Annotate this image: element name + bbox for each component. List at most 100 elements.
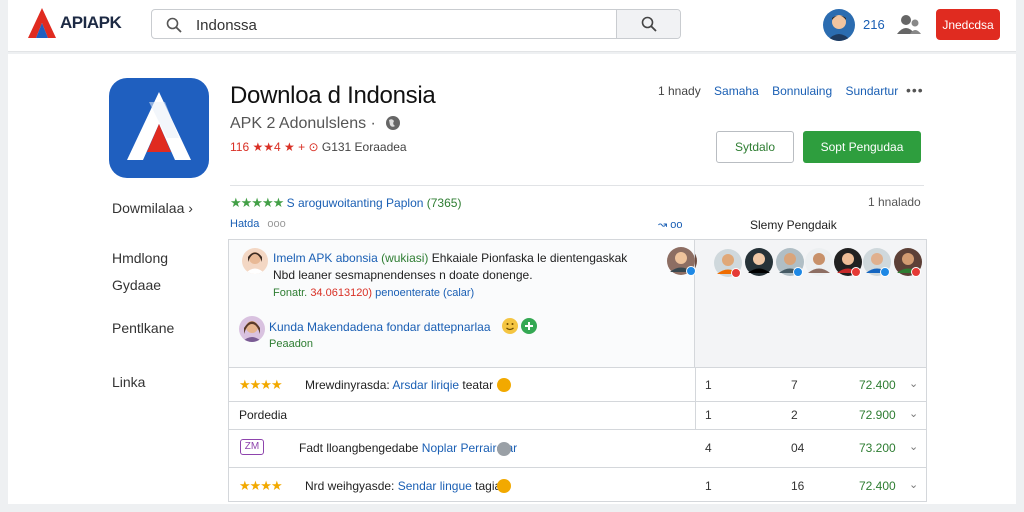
comment-meta: Fonatr. 34.0613120) penoenterate (calar) [273, 287, 474, 299]
row-col-2: 2 [791, 408, 798, 422]
app-meta: 116 ★★4 ★ + ⊙ G131 Eoraadea [230, 140, 407, 154]
row-link[interactable]: Arsdar liriqie [392, 378, 459, 392]
thumb-label: Hatda [230, 218, 260, 230]
secondary-button[interactable]: Sytdalo [716, 131, 794, 163]
comment-title-part-2: abonsia [335, 251, 378, 265]
chevron-down-icon[interactable]: ⌄ [909, 407, 918, 420]
row-badge: ZM [240, 439, 264, 455]
summary-text: S aroguwoitanting [286, 196, 383, 210]
row-text: Mrewdinyrasda: Arsdar liriqie teatar [305, 378, 493, 392]
header-prefix: 1 hnady [658, 84, 701, 98]
status-dot-icon [497, 479, 511, 493]
app-detail-card: Downloa d Indonsia APK 2 Adonulslens · 1… [8, 54, 1016, 504]
summary-right-count: 1 hnalado [868, 195, 921, 209]
comment-title-part-2: fondar dattepnarlaa [386, 320, 491, 334]
comments-panel: Imelm APK abonsia (wukiasi) Ehkaiale Pio… [228, 239, 927, 502]
row-col-1: 1 [705, 408, 712, 422]
sidebar-item-hmdlong[interactable]: Hmdlong [112, 250, 168, 266]
row-col-2: 7 [791, 378, 798, 392]
header-links: 1 hnady Samaha Bonnulaing Sundartur [658, 84, 898, 98]
meta-arrow: + ⊙ [298, 140, 319, 154]
summary-link[interactable]: Paplon [386, 196, 423, 210]
share-control[interactable]: ↝ oo [658, 218, 683, 231]
row-col-1: 1 [705, 378, 712, 392]
search-icon [166, 17, 182, 33]
row-col-1: 1 [705, 479, 712, 493]
rating-summary: ★★★★★ S aroguwoitanting Paplon (7365) [230, 195, 461, 211]
comment-meta: Peaadon [269, 338, 314, 350]
row-stars: ★★★★ [239, 377, 283, 392]
row-label: Nrd weihgyasde: [305, 479, 395, 493]
row-link[interactable]: Sendar lingue [398, 479, 472, 493]
comment-title-part-4: Ehkaiale Pionfaska le dientengaskak [431, 251, 628, 265]
summary-stars: ★★★★★ [230, 195, 284, 210]
top-bar: APIAPK 216 Jnedcdsa [8, 0, 1016, 52]
table-row[interactable]: ZM Fadt lloangbengedabe Noplar Perrairot… [229, 429, 926, 467]
chevron-down-icon[interactable]: ⌄ [909, 377, 918, 390]
meta-stars: ★★4 ★ [252, 140, 295, 154]
search-submit-icon [641, 16, 657, 32]
sidebar-item-gydaae[interactable]: Gydaae [112, 277, 161, 293]
app-subtitle: APK 2 Adonulslens · [230, 115, 376, 132]
row-col-3: 73.200 [859, 441, 896, 455]
sidebar-item-download[interactable]: Dowmilalaa › [112, 200, 193, 216]
status-dot-icon [497, 442, 511, 456]
header-link-2[interactable]: Bonnulaing [772, 84, 832, 98]
table-row[interactable]: ★★★★ Mrewdinyrasda: Arsdar liriqie teata… [229, 367, 926, 402]
primary-download-button[interactable]: Sopt Pengudaa [803, 131, 921, 163]
filter-muted: ooo [267, 218, 286, 230]
sidebar-item-linka[interactable]: Linka [112, 374, 145, 390]
row-label: Pordedia [239, 408, 288, 422]
logo-text[interactable]: APIAPK [60, 13, 122, 33]
user-avatar[interactable] [823, 9, 855, 41]
search-button[interactable] [616, 10, 680, 38]
column-divider [695, 368, 696, 402]
comment-body: Nbd leaner sesmapnendenses n doate donen… [273, 268, 533, 282]
sidebar-item-pentlkane[interactable]: Pentlkane [112, 320, 174, 336]
logo-icon[interactable] [28, 8, 56, 38]
header-cta-button[interactable]: Jnedcdsa [936, 9, 1000, 40]
row-stars: ★★★★ [239, 478, 283, 493]
table-row[interactable]: Pordedia 1 2 72.900 ⌄ [229, 401, 926, 430]
comment-title-part-3: (wukiasi) [381, 251, 429, 265]
divider [230, 185, 924, 186]
comment-meta-number: 34.0613120) [310, 287, 373, 299]
row-col-2: 16 [791, 479, 805, 493]
row-col-3: 72.400 [859, 378, 896, 392]
row-label: Fadt lloangbengedabe [299, 441, 419, 455]
comments-list: Imelm APK abonsia (wukiasi) Ehkaiale Pio… [229, 240, 695, 367]
comment-title-part-1: Imelm APK [273, 251, 333, 265]
row-col-3: 72.400 [859, 479, 896, 493]
app-icon [109, 78, 209, 178]
notification-count: 216 [863, 17, 885, 32]
meta-rating: 116 [230, 140, 250, 154]
users-icon[interactable] [896, 12, 922, 36]
reaction-icons[interactable] [502, 317, 538, 335]
avatar-strip[interactable] [664, 246, 926, 282]
comment-meta-left: Fonatr. [273, 287, 308, 299]
app-title: Downloa d Indonsia [230, 82, 436, 109]
more-icon[interactable]: ••• [906, 82, 924, 98]
row-label: Mrewdinyrasda: [305, 378, 390, 392]
column-divider [695, 402, 696, 430]
filter-label[interactable]: Hatda ooo [230, 218, 286, 230]
comment-title: Kunda Makendadena fondar dattepnarlaa [269, 320, 491, 334]
chevron-down-icon[interactable]: ⌄ [909, 478, 918, 491]
chevron-down-icon[interactable]: ⌄ [909, 440, 918, 453]
row-col-3: 72.900 [859, 408, 896, 422]
header-link-1[interactable]: Samaha [714, 84, 759, 98]
comment-meta-right: penoenterate (calar) [375, 287, 475, 299]
status-dot-icon [497, 378, 511, 392]
comment-avatar [239, 316, 265, 342]
meta-text: G131 Eoraadea [321, 140, 407, 154]
row-col-2: 04 [791, 441, 805, 455]
header-link-3[interactable]: Sundartur [846, 84, 899, 98]
column-heading: Slemy Pengdaik [750, 218, 837, 232]
row-col-1: 4 [705, 441, 712, 455]
table-row[interactable]: ★★★★ Nrd weihgyasde: Sendar lingue tagia… [229, 467, 926, 503]
search-box [151, 9, 681, 39]
comment-title-part-1: Kunda Makendadena [269, 320, 384, 334]
search-input[interactable] [196, 14, 596, 36]
row-tail: teatar [462, 378, 494, 392]
row-text: Nrd weihgyasde: Sendar lingue tagiar [305, 479, 505, 493]
